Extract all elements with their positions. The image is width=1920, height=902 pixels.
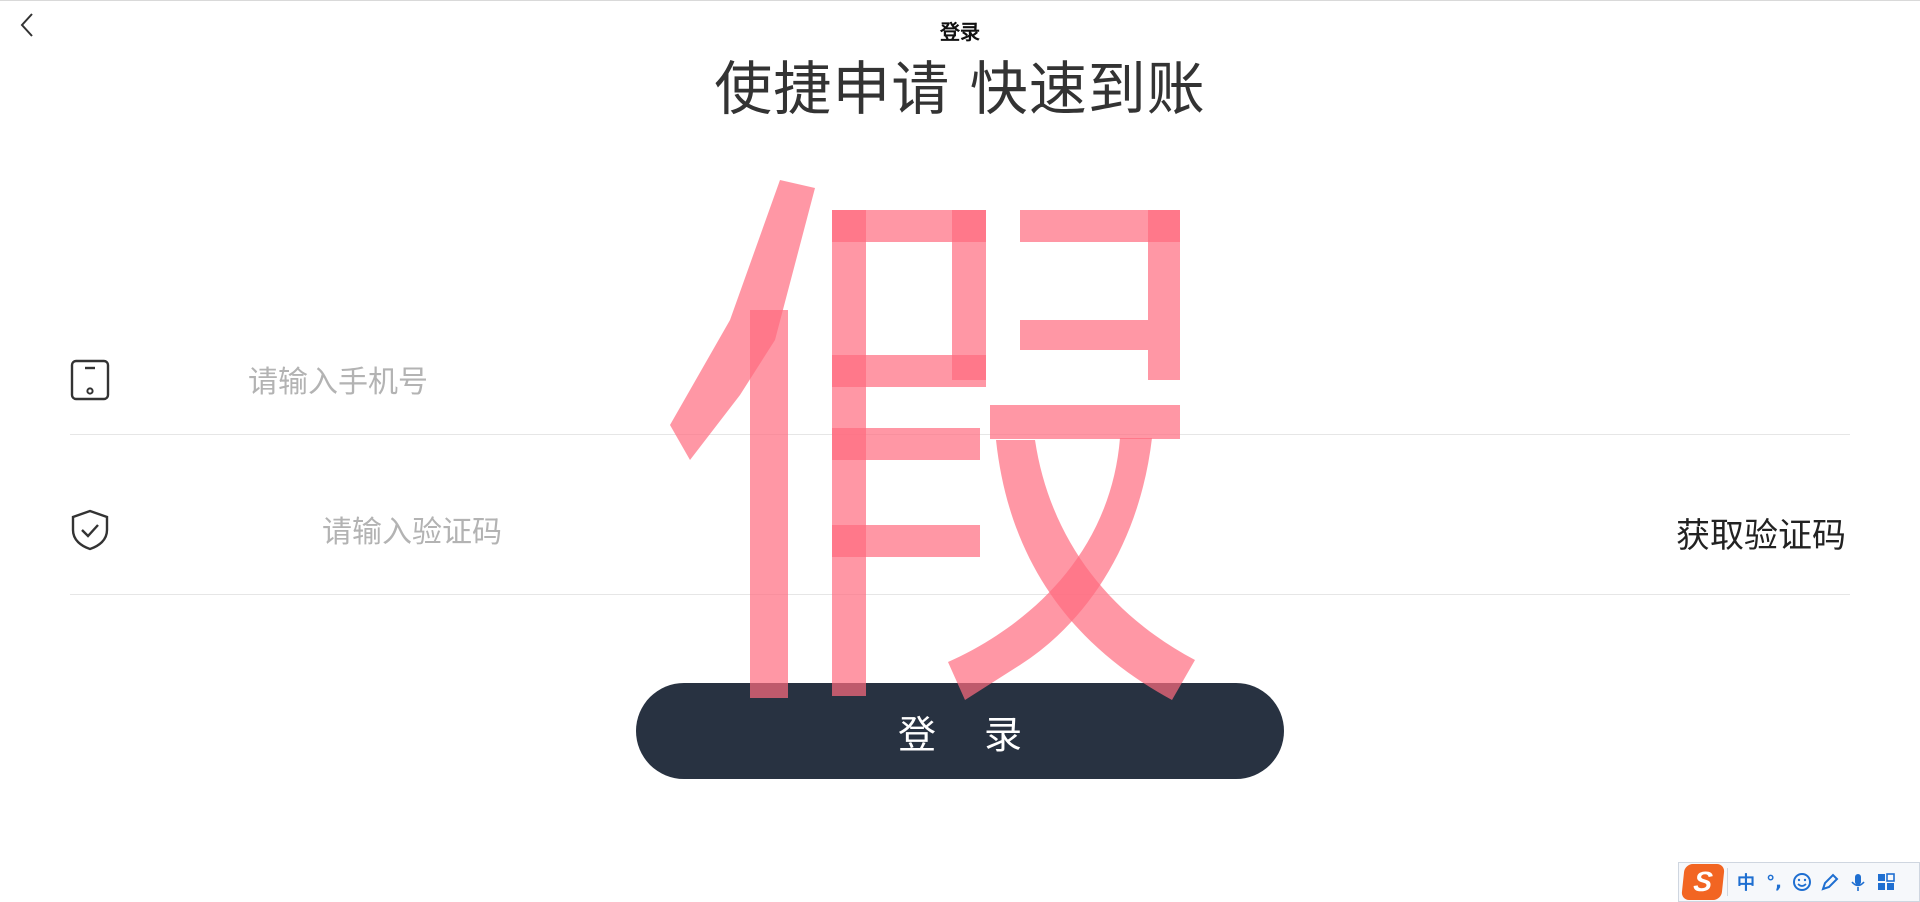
ime-toolbar: S 中 °, [1678,862,1920,902]
phone-icon [70,359,110,401]
ime-logo[interactable]: S [1681,864,1725,900]
login-button[interactable]: 登 录 [636,683,1284,779]
ime-punctuation-toggle[interactable]: °, [1760,864,1788,900]
verification-code-input[interactable] [322,510,1022,554]
get-code-button[interactable]: 获取验证码 [1676,508,1846,557]
ime-mode-toggle[interactable]: 中 [1732,864,1760,900]
grid-icon[interactable] [1872,864,1900,900]
top-border [0,0,1920,1]
mic-icon[interactable] [1844,864,1872,900]
pen-icon[interactable] [1816,864,1844,900]
code-row: 获取验证码 [70,490,1850,595]
page-title: 登录 [940,20,980,44]
phone-input[interactable] [248,360,948,404]
slogan-heading: 使捷申请 快速到账 [714,55,1206,123]
shield-check-icon [70,509,110,551]
fake-watermark [640,160,1220,720]
ime-separator [1727,868,1728,896]
emoji-icon[interactable] [1788,864,1816,900]
phone-row [70,350,1850,435]
